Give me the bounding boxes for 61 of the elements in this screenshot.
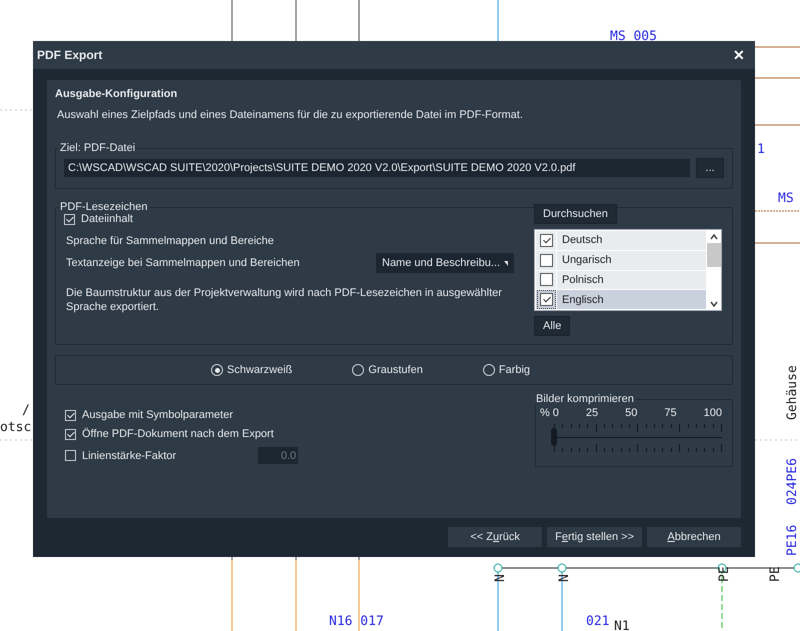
schematic-label: otsc: [0, 421, 32, 434]
section-title: Ausgabe-Konfiguration: [55, 88, 178, 100]
tick-label: 75: [664, 407, 677, 419]
schematic-label: N: [558, 574, 571, 582]
schematic-label: /: [22, 404, 30, 417]
language-item[interactable]: Deutsch: [536, 231, 706, 250]
window-title: PDF Export: [37, 48, 102, 62]
radio-button[interactable]: [211, 364, 223, 376]
schematic-label: PE16: [786, 524, 799, 556]
checkbox[interactable]: [540, 273, 552, 286]
group-legend: Bilder komprimieren: [534, 393, 636, 405]
footer-button[interactable]: << Zurück: [448, 527, 542, 547]
language-item[interactable]: Englisch: [536, 290, 706, 309]
tick-label: 50: [625, 407, 638, 419]
radio-label: Farbig: [498, 364, 530, 376]
radio-label: Graustufen: [368, 364, 423, 376]
tick-label: 100: [704, 407, 722, 419]
schematic-label: 024PE6: [786, 458, 799, 505]
checkbox[interactable]: [540, 234, 552, 247]
compression-slider[interactable]: [554, 424, 722, 452]
schematic-label: N: [494, 574, 507, 582]
caret-icon: [504, 260, 508, 266]
checkbox-label: Linienstärke-Faktor: [82, 450, 176, 462]
radio-button[interactable]: [352, 364, 364, 376]
language-label: Sprache für Sammelmappen und Bereiche: [66, 235, 275, 247]
radio-label: Schwarzweiß: [227, 364, 292, 376]
unit-label: %: [540, 407, 550, 419]
text-display-label: Textanzeige bei Sammelmappen und Bereichen: [66, 257, 300, 269]
footer-button[interactable]: Abbrechen: [647, 527, 741, 547]
checkbox[interactable]: [540, 254, 552, 267]
group-legend: Ziel: PDF-Datei: [58, 142, 138, 154]
search-button[interactable]: Durchsuchen: [534, 204, 617, 224]
schematic-label: MS 005: [610, 30, 657, 43]
path-field[interactable]: C:\WSCAD\WSCAD SUITE\2020\Projects\SUITE DEMO 2020 V2.0\Export\SUITE DEMO 2020 V2.0.pdf: [64, 159, 690, 177]
browse-button[interactable]: ...: [696, 158, 724, 178]
tick-label: 0: [552, 407, 559, 419]
footer-button[interactable]: Fertig stellen >>: [547, 527, 642, 547]
slider-thumb[interactable]: [551, 428, 557, 446]
note-text: Die Baumstruktur aus der Projektverwaltung wird nach PDF-Lesezeichen in ausgewählter Sprache exportiert.: [66, 287, 503, 314]
text-display-dropdown[interactable]: Name und Beschreibu...: [376, 253, 514, 273]
language-item[interactable]: Polnisch: [536, 270, 706, 290]
schematic-label: N16 017: [329, 615, 384, 628]
scroll-up-icon[interactable]: [710, 234, 718, 240]
tick-label: 25: [586, 407, 598, 419]
scroll-down-icon[interactable]: [710, 301, 718, 307]
checkbox-label: Dateiinhalt: [81, 213, 133, 225]
description-text: Auswahl eines Zielpfads und eines Dateinamens für die zu exportierende Datei im PDF-Format.: [57, 109, 524, 121]
checkbox-label: Öffne PDF-Dokument nach dem Export: [82, 428, 274, 440]
schematic-label: PE: [718, 566, 731, 582]
radio-button[interactable]: [482, 364, 495, 376]
close-button[interactable]: ✕: [729, 47, 749, 63]
schematic-label: N1: [614, 620, 630, 631]
schematic-label: PE: [769, 566, 782, 582]
schematic-label: 1: [757, 143, 765, 156]
select-all-button[interactable]: Alle: [534, 316, 570, 336]
schematic-label: Gehäuse: [786, 365, 799, 420]
checkbox-label: Ausgabe mit Symbolparameter: [82, 409, 234, 421]
language-item[interactable]: Ungarisch: [536, 250, 706, 270]
schematic-label: 021: [586, 615, 610, 628]
group-legend: PDF-Lesezeichen: [58, 201, 150, 213]
schematic-label: MS: [778, 192, 794, 205]
